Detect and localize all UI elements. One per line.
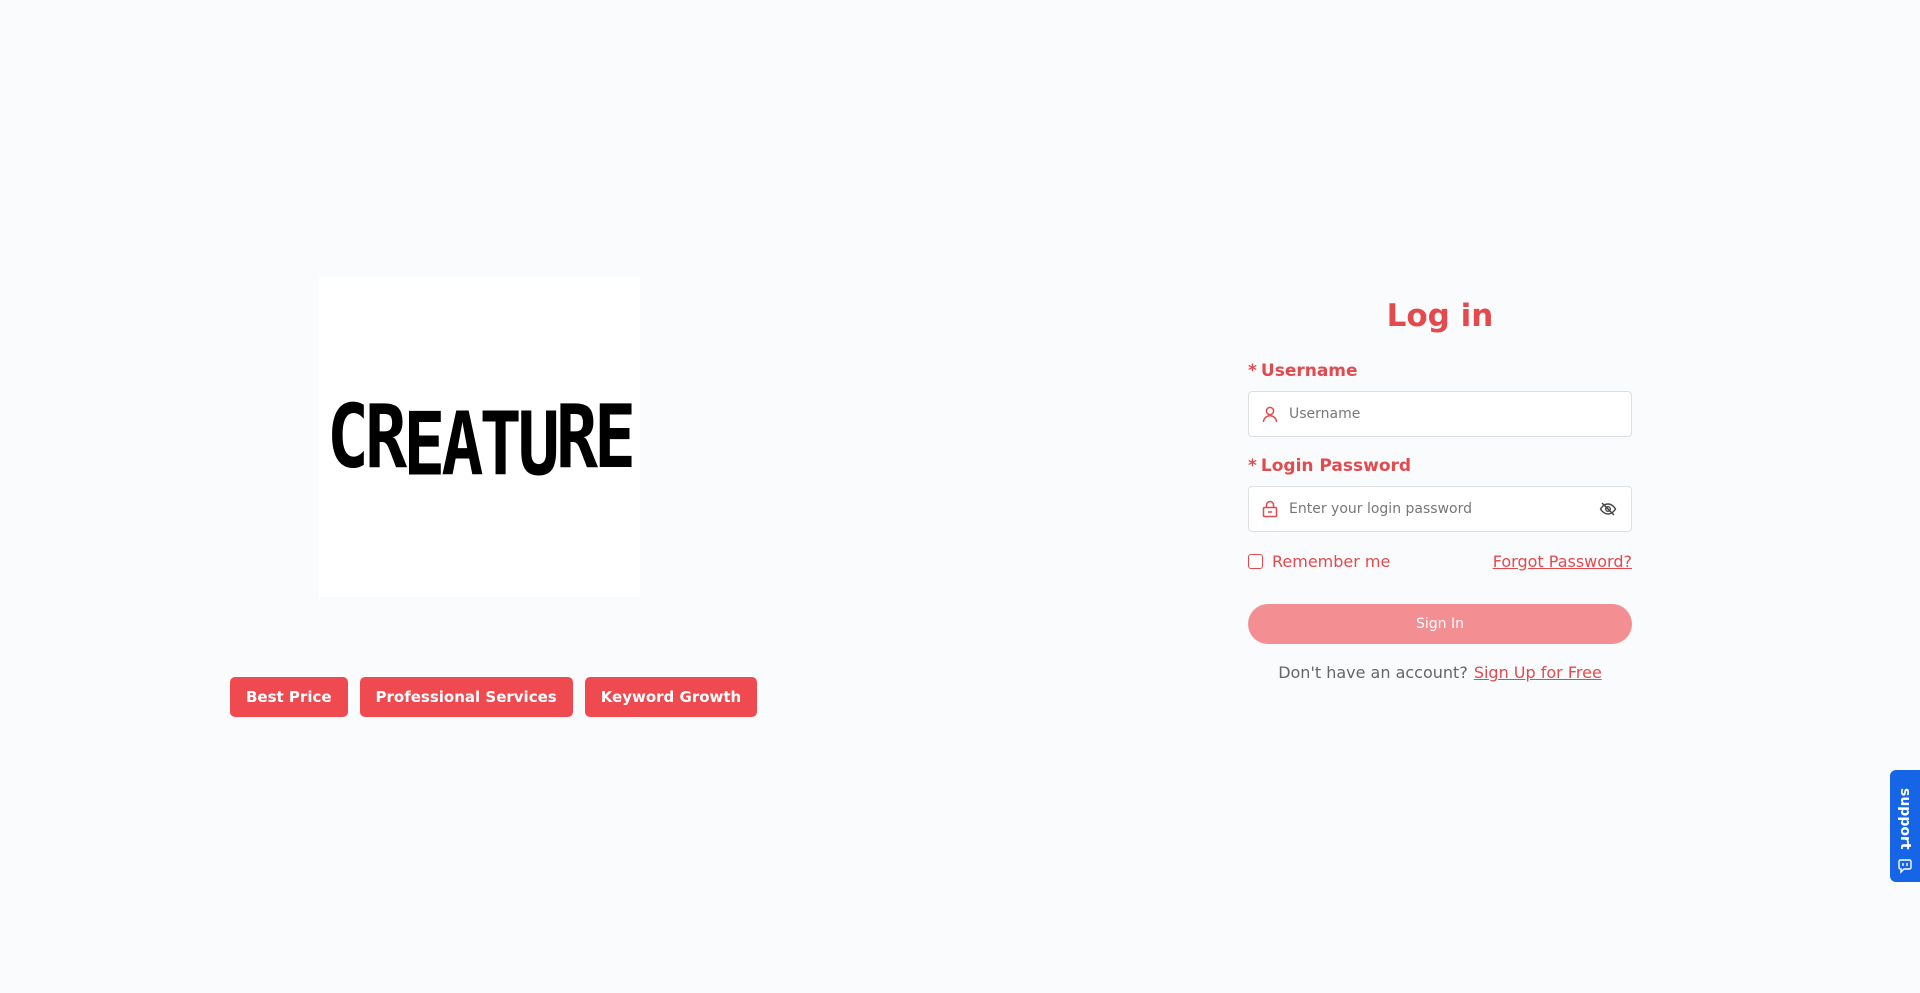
password-input[interactable] — [1289, 501, 1599, 517]
logo-letter: C — [326, 385, 369, 489]
username-input[interactable] — [1289, 406, 1617, 422]
required-mark: * — [1248, 456, 1257, 476]
username-label-text: Username — [1260, 361, 1358, 381]
logo-letter: A — [441, 393, 483, 496]
support-label: support — [1897, 788, 1913, 850]
support-tab[interactable]: support — [1890, 770, 1920, 882]
login-title: Log in — [1386, 298, 1494, 334]
brand-logo-card: CREATURE — [319, 277, 640, 597]
password-label-text: Login Password — [1260, 456, 1412, 476]
user-icon — [1261, 405, 1279, 423]
sign-up-link[interactable]: Sign Up for Free — [1474, 663, 1602, 682]
logo-letter: U — [517, 393, 560, 496]
login-form: Log in *Username *Login Password — [1248, 290, 1632, 682]
feature-tags: Best Price Professional Services Keyword… — [230, 677, 758, 717]
remember-me-checkbox[interactable] — [1248, 553, 1263, 569]
lock-icon — [1261, 500, 1279, 518]
logo-letter: T — [479, 393, 522, 496]
logo-letter: E — [593, 385, 636, 489]
login-page: CREATURE Best Price Professional Service… — [0, 0, 1920, 993]
password-label: * Login Password — [1248, 456, 1632, 476]
login-options: Remember me Forgot Password? — [1248, 551, 1632, 571]
signup-prompt-row: Don't have an account? Sign Up for Free — [1248, 663, 1632, 682]
feature-tag-professional-services: Professional Services — [359, 677, 573, 717]
username-label: * Username — [1248, 361, 1632, 381]
username-field[interactable] — [1248, 391, 1632, 437]
remember-me[interactable]: Remember me — [1248, 552, 1390, 571]
logo-letter: R — [555, 385, 598, 489]
feature-tag-best-price: Best Price — [230, 677, 348, 717]
sign-in-button[interactable]: Sign In — [1248, 604, 1632, 644]
password-field[interactable] — [1248, 486, 1632, 532]
required-mark: * — [1248, 361, 1257, 381]
logo-letter: R — [365, 385, 407, 489]
feature-tag-keyword-growth: Keyword Growth — [584, 677, 758, 717]
remember-me-label: Remember me — [1272, 551, 1391, 571]
signup-prompt: Don't have an account? — [1278, 663, 1468, 682]
logo-letter: E — [403, 393, 445, 496]
chat-icon — [1897, 858, 1913, 874]
forgot-password-link[interactable]: Forgot Password? — [1493, 552, 1632, 571]
brand-logo: CREATURE — [326, 385, 636, 496]
eye-off-icon[interactable] — [1599, 500, 1617, 518]
